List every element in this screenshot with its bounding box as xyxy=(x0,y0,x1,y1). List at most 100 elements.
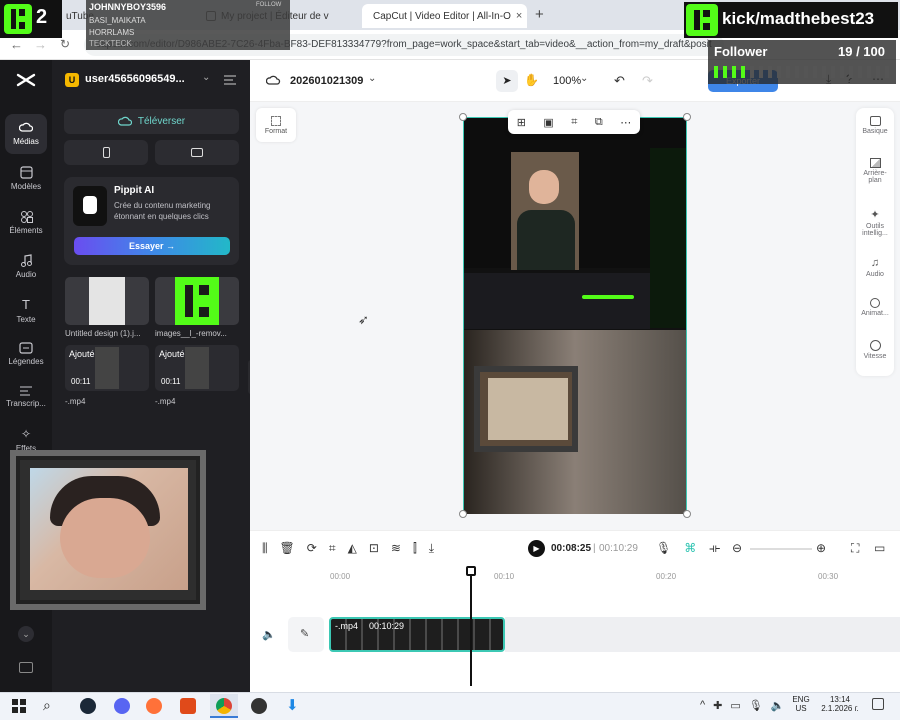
hand-tool-icon[interactable]: ✋ xyxy=(524,73,539,87)
screen-mode-icon[interactable]: ▭ xyxy=(874,541,885,555)
timeline-zoom-slider[interactable] xyxy=(750,548,812,550)
resize-handle[interactable] xyxy=(459,113,467,121)
track-audio-icon[interactable]: 🔈 xyxy=(262,628,276,641)
discord-icon[interactable] xyxy=(114,698,130,714)
loop-icon[interactable]: ⟳ xyxy=(307,541,317,556)
media-name: images__l_-remov... xyxy=(155,329,227,338)
media-thumb[interactable] xyxy=(155,277,239,325)
keyboard-icon[interactable] xyxy=(19,662,33,673)
media-thumb[interactable]: Ajouté 00:11 xyxy=(65,345,149,391)
back-icon[interactable]: ← xyxy=(10,37,23,52)
resize-handle[interactable] xyxy=(683,510,691,518)
magnet-icon[interactable]: ⟛ xyxy=(709,541,720,556)
media-thumb[interactable]: Ajouté 00:11 xyxy=(155,345,239,391)
upload-button[interactable]: Téléverser xyxy=(64,109,239,134)
format-button[interactable]: Format xyxy=(256,108,296,142)
basic-icon xyxy=(869,116,881,126)
steam-icon[interactable] xyxy=(80,698,96,714)
zoom-level[interactable]: 100% xyxy=(553,75,581,87)
firefox-icon[interactable] xyxy=(146,698,162,714)
select-tool-icon[interactable]: ➤ xyxy=(496,70,518,92)
adjust-icon[interactable]: ≋ xyxy=(391,541,401,556)
tray-app-icon[interactable]: ✚ xyxy=(713,699,722,712)
rail-item-audio[interactable]: Audio xyxy=(0,246,52,286)
right-item-smart-tools[interactable]: ✦ Outils intellig... xyxy=(856,208,894,237)
volume-icon[interactable]: 🔈 xyxy=(771,699,785,712)
battery-icon[interactable]: ▭ xyxy=(730,699,740,712)
rail-item-label: Transcrip... xyxy=(6,399,46,408)
search-icon[interactable]: ⌕ xyxy=(43,697,51,714)
user-menu-chevron-icon[interactable]: ⌄ xyxy=(202,72,210,83)
redo-icon[interactable]: ↷ xyxy=(642,73,653,89)
time-separator: | xyxy=(593,543,596,554)
notification-icon[interactable] xyxy=(872,698,884,710)
project-chevron-icon[interactable]: ⌄ xyxy=(368,73,376,84)
goal-label: Follower xyxy=(714,44,768,59)
tray-chevron-icon[interactable]: ^ xyxy=(700,699,705,712)
rail-item-captions[interactable]: Légendes xyxy=(0,334,52,374)
screen-record-button[interactable] xyxy=(155,140,239,165)
undo-icon[interactable]: ↶ xyxy=(614,73,625,89)
freeze-icon[interactable]: ⊡ xyxy=(369,541,379,556)
reload-icon[interactable]: ↻ xyxy=(60,37,70,51)
track-edit-button[interactable]: ✎ xyxy=(288,617,324,652)
forward-icon[interactable]: → xyxy=(34,37,47,52)
panel-menu-icon[interactable] xyxy=(224,75,236,85)
play-button[interactable]: ▶ xyxy=(528,540,545,557)
rail-item-text[interactable]: T Texte xyxy=(0,290,52,330)
zoom-in-icon[interactable]: ⊕ xyxy=(816,541,826,555)
obs-icon[interactable] xyxy=(251,698,267,714)
rail-item-label: Éléments xyxy=(9,225,43,235)
video-clip[interactable]: -.mp4 00:10:29 xyxy=(329,617,505,652)
rail-item-transcript[interactable]: Transcrip... xyxy=(0,376,52,416)
auto-snap-icon[interactable]: ⌘ xyxy=(684,541,696,556)
playhead-handle[interactable] xyxy=(466,566,476,576)
user-name[interactable]: user45656096549... xyxy=(85,73,185,85)
more-options-icon[interactable]: ⋯ xyxy=(620,116,631,129)
download-clip-icon[interactable]: ⤓ xyxy=(429,541,434,556)
rail-expand-icon[interactable]: ⌄ xyxy=(18,626,34,642)
zoom-out-icon[interactable]: ⊖ xyxy=(732,541,742,555)
tab-capcut[interactable]: CapCut | Video Editor | All-In-O × xyxy=(362,4,527,28)
webcam-overlay xyxy=(10,450,206,610)
zoom-chevron-icon[interactable]: ⌄ xyxy=(580,73,588,84)
downloads-icon[interactable]: ⬇ xyxy=(286,696,299,714)
flip-icon[interactable]: ◭ xyxy=(348,541,357,556)
tab-close-icon[interactable]: × xyxy=(516,10,522,22)
clock[interactable]: 13:14 2.1.2026 г. xyxy=(816,695,864,713)
media-thumb[interactable] xyxy=(65,277,149,325)
user-avatar[interactable]: U xyxy=(65,73,79,87)
right-item-speed[interactable]: Vitesse xyxy=(856,340,894,360)
right-item-animation[interactable]: Animat... xyxy=(856,298,894,317)
right-item-basic[interactable]: Basique xyxy=(856,116,894,135)
right-item-background[interactable]: Arrière-plan xyxy=(856,158,894,184)
playhead[interactable] xyxy=(470,566,472,686)
resize-handle[interactable] xyxy=(459,510,467,518)
rail-item-elements[interactable]: Éléments xyxy=(0,202,52,242)
split-icon[interactable]: ⫼ xyxy=(262,541,268,556)
frame-icon[interactable]: ▣ xyxy=(543,116,553,129)
video-preview-frame[interactable] xyxy=(463,117,687,514)
app-icon[interactable] xyxy=(180,698,196,714)
right-item-audio[interactable]: ♫ Audio xyxy=(856,257,894,278)
rail-item-templates[interactable]: Modèles xyxy=(0,158,52,198)
split-audio-icon[interactable]: ⫿ xyxy=(413,541,417,556)
upload-label: Téléverser xyxy=(137,116,186,127)
chrome-taskbar-button[interactable] xyxy=(210,694,238,718)
phone-upload-button[interactable] xyxy=(64,140,148,165)
pippit-try-button[interactable]: Essayer → xyxy=(74,237,230,255)
new-tab-icon[interactable]: + xyxy=(535,6,544,23)
delete-icon[interactable]: 🗑 xyxy=(280,541,295,556)
rail-item-media[interactable]: Médias xyxy=(5,114,47,154)
fullscreen-icon[interactable]: ⛶ xyxy=(851,541,859,556)
mic-icon[interactable]: 🎙 xyxy=(749,699,763,712)
lang-indicator[interactable]: ENG US xyxy=(790,695,812,713)
microphone-icon[interactable]: 🎙 xyxy=(656,541,671,556)
replace-icon[interactable]: ⧉ xyxy=(595,116,603,129)
crop-icon[interactable]: ⌗ xyxy=(571,116,577,129)
crop-tool-icon[interactable]: ⌗ xyxy=(329,541,336,556)
windows-start-icon[interactable] xyxy=(12,699,26,713)
ai-image-icon[interactable]: ⊞ xyxy=(517,116,526,129)
project-name[interactable]: 202601021309 xyxy=(290,75,363,87)
resize-handle[interactable] xyxy=(683,113,691,121)
